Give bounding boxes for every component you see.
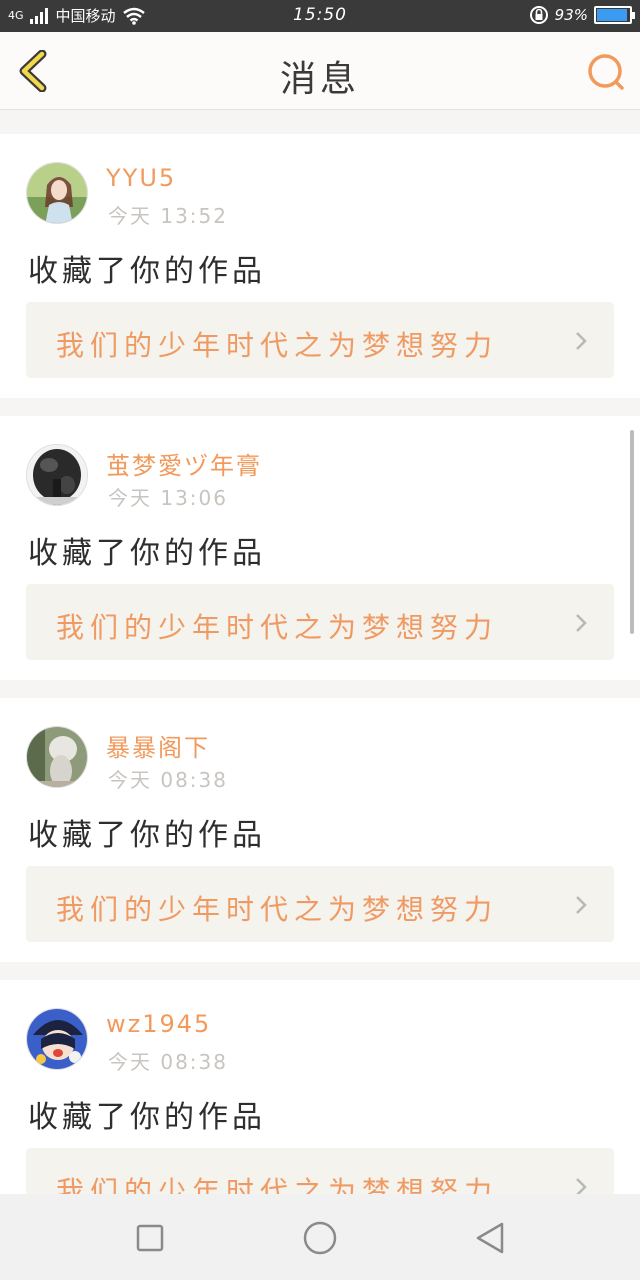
timestamp: 今天 08:38 bbox=[108, 1050, 228, 1074]
battery-percent: 93% bbox=[554, 6, 588, 24]
search-icon[interactable] bbox=[586, 52, 626, 92]
rotation-lock-icon bbox=[529, 6, 548, 24]
timestamp: 今天 13:52 bbox=[108, 204, 228, 228]
battery-level bbox=[597, 9, 627, 21]
work-title: 我们的少年时代之为梦想努力 bbox=[56, 611, 499, 644]
square-icon[interactable] bbox=[126, 1214, 174, 1262]
scrollbar[interactable] bbox=[630, 430, 634, 634]
system-nav-bar bbox=[0, 1194, 640, 1280]
message-card: wz1945 今天 08:38 收藏了你的作品 我们的少年时代之为梦想努力 bbox=[0, 980, 640, 1194]
status-bar: 4G 中国移动 15:50 93% bbox=[0, 0, 640, 32]
triangle-back-icon[interactable] bbox=[466, 1214, 514, 1262]
username[interactable]: 暴暴阁下 bbox=[106, 728, 210, 763]
timestamp: 今天 13:06 bbox=[108, 486, 228, 510]
circle-icon[interactable] bbox=[296, 1214, 344, 1262]
message-card: 暴暴阁下 今天 08:38 收藏了你的作品 我们的少年时代之为梦想努力 bbox=[0, 698, 640, 962]
work-title: 我们的少年时代之为梦想努力 bbox=[56, 1175, 499, 1194]
action-text: 收藏了你的作品 bbox=[28, 818, 266, 853]
message-list[interactable]: YYU5 今天 13:52 收藏了你的作品 我们的少年时代之为梦想努力 茧梦愛ヅ… bbox=[0, 118, 640, 1194]
chevron-right-icon bbox=[576, 896, 587, 914]
message-card: 茧梦愛ヅ年膏 今天 13:06 收藏了你的作品 我们的少年时代之为梦想努力 bbox=[0, 416, 640, 680]
action-text: 收藏了你的作品 bbox=[28, 1100, 266, 1135]
user-avatar[interactable] bbox=[26, 726, 88, 788]
page-title: 消息 bbox=[279, 59, 360, 100]
username[interactable]: 茧梦愛ヅ年膏 bbox=[106, 446, 262, 481]
user-avatar[interactable] bbox=[26, 162, 88, 224]
work-link[interactable]: 我们的少年时代之为梦想努力 bbox=[26, 302, 614, 378]
timestamp: 今天 08:38 bbox=[108, 768, 228, 792]
username[interactable]: wz1945 bbox=[106, 1010, 211, 1038]
chevron-right-icon bbox=[576, 1178, 587, 1194]
work-link[interactable]: 我们的少年时代之为梦想努力 bbox=[26, 866, 614, 942]
user-avatar[interactable] bbox=[26, 444, 88, 506]
action-text: 收藏了你的作品 bbox=[28, 254, 266, 289]
work-title: 我们的少年时代之为梦想努力 bbox=[56, 893, 499, 926]
message-card: YYU5 今天 13:52 收藏了你的作品 我们的少年时代之为梦想努力 bbox=[0, 134, 640, 398]
top-bar: 消息 bbox=[0, 32, 640, 110]
user-avatar[interactable] bbox=[26, 1008, 88, 1070]
username[interactable]: YYU5 bbox=[106, 164, 176, 192]
action-text: 收藏了你的作品 bbox=[28, 536, 266, 571]
battery-icon bbox=[594, 6, 635, 24]
status-right: 93% bbox=[529, 5, 635, 25]
work-link[interactable]: 我们的少年时代之为梦想努力 bbox=[26, 584, 614, 660]
work-title: 我们的少年时代之为梦想努力 bbox=[56, 329, 499, 362]
work-link[interactable]: 我们的少年时代之为梦想努力 bbox=[26, 1148, 614, 1194]
chevron-right-icon bbox=[576, 332, 587, 350]
chevron-right-icon bbox=[576, 614, 587, 632]
